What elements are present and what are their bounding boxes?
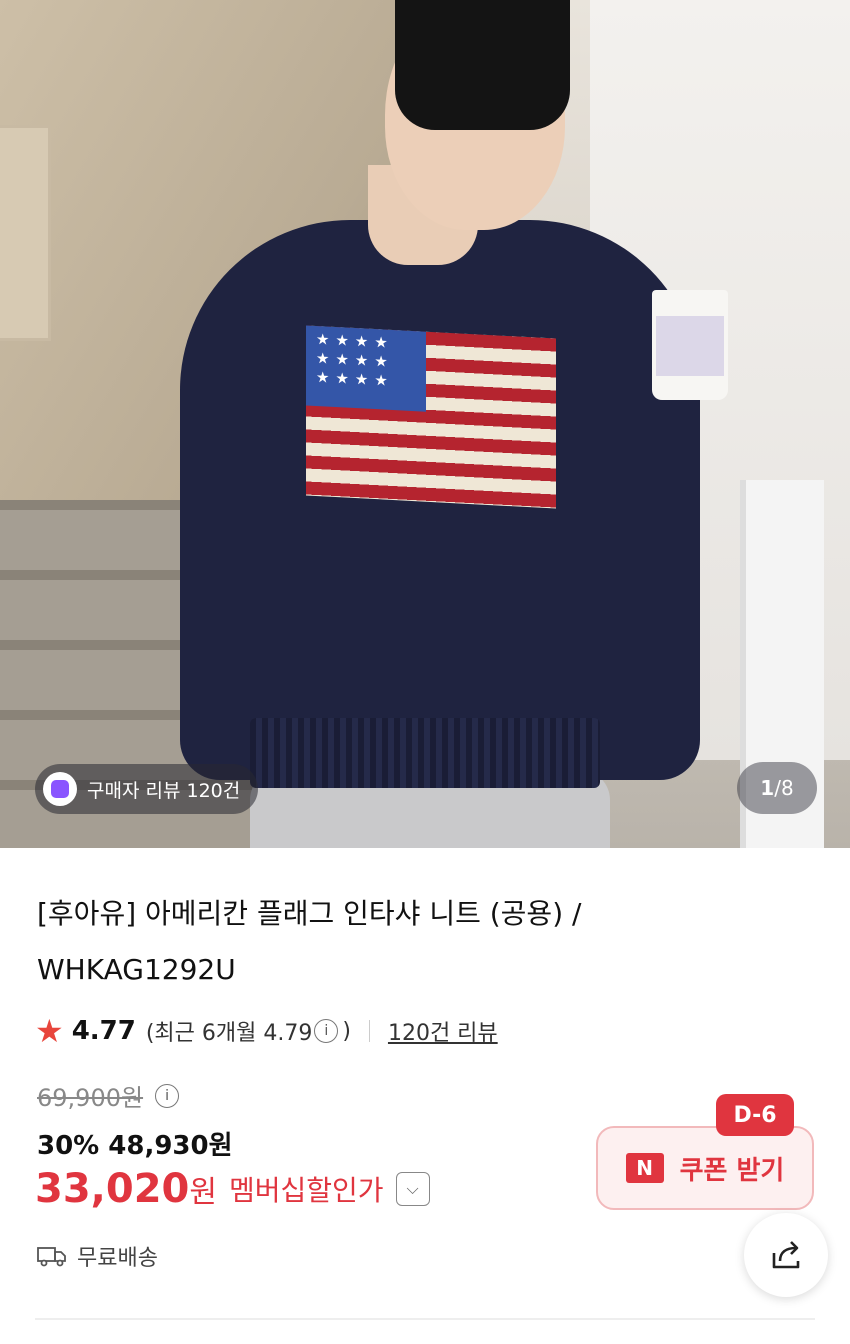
member-price: 33,020 bbox=[35, 1166, 190, 1212]
sweater-hem bbox=[250, 718, 600, 788]
star-icon: ★ bbox=[35, 1012, 64, 1050]
rating-recent: (최근 6개월 4.79 bbox=[145, 1021, 313, 1046]
naver-n-icon: N bbox=[625, 1153, 664, 1183]
product-title: [후아유] 아메리칸 플래그 인타샤 니트 (공용) / WHKAG1292U bbox=[37, 886, 757, 998]
price-info-icon[interactable]: i bbox=[155, 1083, 180, 1108]
product-title-line1: [후아유] 아메리칸 플래그 인타샤 니트 (공용) / bbox=[37, 897, 582, 930]
shipping-row: 무료배송 bbox=[37, 1240, 158, 1272]
member-price-unit: 원 bbox=[189, 1175, 217, 1210]
image-counter: 1 /8 bbox=[737, 762, 817, 814]
coffee-cup-sleeve bbox=[656, 316, 724, 376]
share-icon bbox=[772, 1241, 800, 1269]
model-hair bbox=[395, 0, 570, 130]
original-price-row: 69,900원 i bbox=[37, 1078, 180, 1113]
member-price-label: 멤버십할인가 bbox=[228, 1174, 384, 1207]
review-count-link[interactable]: 120건 리뷰 bbox=[388, 1015, 498, 1047]
info-icon[interactable]: i bbox=[314, 1019, 339, 1043]
coupon-dday-badge: D-6 bbox=[716, 1094, 794, 1136]
coupon-label: 쿠폰 받기 bbox=[679, 1155, 785, 1186]
divider bbox=[368, 1020, 370, 1042]
member-price-row: 33,020 원 멤버십할인가 ⌵ bbox=[35, 1166, 430, 1212]
buyer-review-badge[interactable]: 구매자 리뷰 120건 bbox=[35, 764, 259, 814]
rating-row: ★ 4.77 (최근 6개월 4.79 i ) 120건 리뷰 bbox=[35, 1012, 498, 1050]
product-image[interactable]: ★★★★ ★★★★ ★★★★ 구매자 리뷰 120건 1 /8 bbox=[0, 0, 850, 848]
image-counter-total: /8 bbox=[774, 776, 794, 800]
coupon-button[interactable]: N 쿠폰 받기 bbox=[596, 1126, 814, 1210]
background-door bbox=[0, 125, 51, 341]
product-title-line2: WHKAG1292U bbox=[37, 953, 236, 986]
rating-score: 4.77 bbox=[71, 1016, 136, 1046]
share-button[interactable] bbox=[744, 1213, 828, 1297]
discount-price: 30% 48,930원 bbox=[37, 1131, 233, 1161]
shopping-bag-icon bbox=[43, 772, 77, 806]
buyer-review-text: 구매자 리뷰 120건 bbox=[87, 779, 241, 802]
section-divider bbox=[35, 1318, 815, 1320]
image-counter-current: 1 bbox=[760, 776, 775, 800]
chevron-down-icon[interactable]: ⌵ bbox=[395, 1172, 430, 1206]
shipping-label: 무료배송 bbox=[77, 1246, 158, 1271]
flag-stars: ★★★★ ★★★★ ★★★★ bbox=[306, 325, 426, 412]
rating-recent-close: ) bbox=[342, 1018, 351, 1044]
truck-icon bbox=[37, 1247, 66, 1267]
flag-intarsia: ★★★★ ★★★★ ★★★★ bbox=[306, 325, 556, 509]
original-price: 69,900원 bbox=[37, 1084, 144, 1112]
